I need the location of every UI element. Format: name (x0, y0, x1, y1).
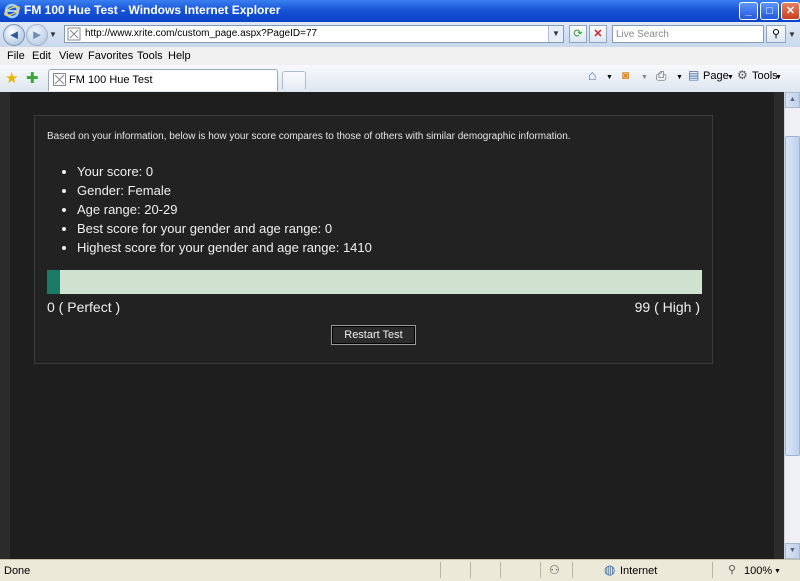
menu-favorites[interactable]: Favorites (88, 50, 133, 62)
result-age-range: Age range: 20-29 (77, 200, 372, 219)
menu-bar: File Edit View Favorites Tools Help (0, 47, 800, 66)
menu-file[interactable]: File (7, 50, 25, 62)
print-dropdown-icon[interactable]: ▼ (676, 74, 683, 81)
address-toolbar: ◄ ► ▼ http://www.xrite.com/custom_page.a… (0, 22, 800, 47)
results-panel: Based on your information, below is how … (34, 115, 713, 364)
status-divider (540, 562, 541, 578)
results-list: Your score: 0 Gender: Female Age range: … (47, 162, 372, 257)
privacy-icon[interactable]: ⚇ (549, 563, 560, 577)
restart-test-button[interactable]: Restart Test (331, 325, 416, 345)
page-menu-button[interactable]: Page (703, 70, 729, 82)
status-text: Done (4, 565, 31, 577)
recent-pages-dropdown-icon[interactable]: ▼ (49, 30, 57, 39)
search-icon: ⚲ (771, 28, 781, 40)
new-tab-button[interactable] (282, 71, 306, 89)
close-button[interactable]: ✕ (781, 2, 800, 20)
menu-edit[interactable]: Edit (32, 50, 51, 62)
print-icon[interactable]: ⎙ (656, 68, 666, 84)
tab-label: FM 100 Hue Test (69, 74, 153, 86)
result-your-score: Your score: 0 (77, 162, 372, 181)
search-options-dropdown-icon[interactable]: ▼ (788, 30, 796, 39)
tab-fm-100-hue-test[interactable]: FM 100 Hue Test (48, 69, 278, 91)
status-divider (470, 562, 471, 578)
refresh-icon: ⟳ (573, 28, 583, 40)
home-icon[interactable]: ⌂ (588, 67, 596, 83)
score-bar-fill (47, 270, 61, 294)
feeds-icon[interactable]: ◙ (622, 68, 629, 82)
zoom-dropdown-icon[interactable]: ▼ (774, 568, 781, 575)
globe-icon: ◍ (604, 562, 616, 577)
back-arrow-icon: ◄ (7, 27, 21, 42)
forward-button[interactable]: ► (26, 24, 48, 46)
window-title: FM 100 Hue Test - Windows Internet Explo… (24, 3, 281, 17)
address-dropdown-icon[interactable]: ▼ (548, 26, 563, 42)
result-highest-score: Highest score for your gender and age ra… (77, 238, 372, 257)
menu-view[interactable]: View (59, 50, 83, 62)
result-gender: Gender: Female (77, 181, 372, 200)
maximize-button[interactable]: □ (760, 2, 779, 20)
zoom-icon: ⚲ (728, 564, 737, 576)
intro-text: Based on your information, below is how … (47, 131, 571, 142)
status-divider (712, 562, 713, 578)
zoom-level[interactable]: 100% (744, 565, 772, 577)
status-divider (500, 562, 501, 578)
status-divider (440, 562, 441, 578)
url-text[interactable]: http://www.xrite.com/custom_page.aspx?Pa… (85, 28, 317, 39)
menu-help[interactable]: Help (168, 50, 191, 62)
address-field[interactable]: http://www.xrite.com/custom_page.aspx?Pa… (64, 25, 564, 43)
search-field[interactable] (612, 25, 764, 43)
page-menu-icon: ▤ (688, 68, 700, 82)
score-high-label: 99 ( High ) (634, 299, 700, 315)
ie-logo-icon (4, 3, 20, 19)
feeds-dropdown-icon[interactable]: ▼ (641, 74, 648, 81)
search-button[interactable]: ⚲ (766, 25, 786, 43)
tools-menu-button[interactable]: Tools (752, 70, 778, 82)
security-zone-text[interactable]: Internet (620, 565, 657, 577)
add-favorite-star-icon[interactable]: ✚ (26, 69, 39, 87)
stop-icon: ✕ (593, 28, 603, 40)
title-bar: FM 100 Hue Test - Windows Internet Explo… (0, 0, 800, 22)
page-dropdown-icon[interactable]: ▼ (727, 74, 734, 81)
gear-icon: ⚙ (737, 68, 748, 82)
scrollbar-thumb[interactable] (785, 136, 800, 456)
minimize-button[interactable]: _ (739, 2, 758, 20)
scroll-up-button[interactable]: ▲ (785, 92, 800, 108)
page-icon (67, 27, 81, 41)
favorites-center-star-icon[interactable]: ★ (5, 69, 18, 87)
back-button[interactable]: ◄ (3, 24, 25, 46)
result-best-score: Best score for your gender and age range… (77, 219, 372, 238)
stop-button[interactable]: ✕ (589, 25, 607, 43)
page-icon (53, 73, 66, 86)
search-input[interactable] (613, 26, 764, 42)
tools-dropdown-icon[interactable]: ▼ (775, 74, 782, 81)
scroll-down-button[interactable]: ▼ (785, 543, 800, 559)
score-bar (47, 270, 702, 294)
score-low-label: 0 ( Perfect ) (47, 299, 121, 315)
menu-tools[interactable]: Tools (137, 50, 163, 62)
status-bar: Done ⚇ ◍ Internet ⚲ 100% ▼ (0, 559, 800, 581)
refresh-button[interactable]: ⟳ (569, 25, 587, 43)
forward-arrow-icon: ► (30, 27, 44, 42)
tab-bar: ★ ✚ FM 100 Hue Test ⌂ ▼ ◙ ▼ ⎙ ▼ ▤ Page ▼… (0, 65, 800, 93)
vertical-scrollbar[interactable]: ▲ ▼ (784, 92, 800, 559)
home-dropdown-icon[interactable]: ▼ (606, 74, 613, 81)
status-divider (572, 562, 573, 578)
